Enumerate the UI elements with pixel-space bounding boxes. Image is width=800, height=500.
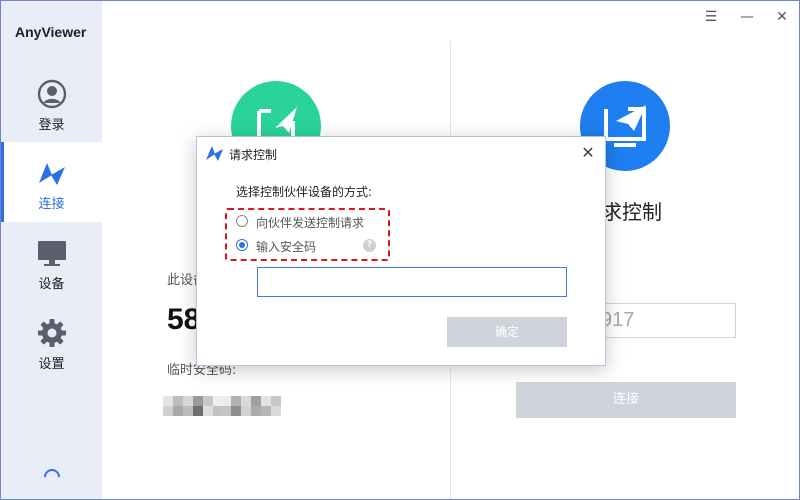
menu-button[interactable]: ☰ — [700, 7, 722, 27]
temp-security-code-masked — [221, 396, 281, 416]
help-icon[interactable]: ? — [363, 239, 376, 252]
connect-button[interactable]: 连接 — [516, 382, 736, 418]
app-window: AnyViewer 登录 连接 设备 设置 ☰ — ✕ 此设备 58 临时安全码… — [0, 0, 800, 500]
radio-send-request[interactable] — [236, 215, 248, 227]
sidebar-item-label: 登录 — [38, 118, 65, 133]
temp-security-code-masked — [163, 396, 223, 416]
option-label: 输入安全码 — [256, 240, 317, 254]
sidebar: AnyViewer 登录 连接 设备 设置 — [1, 1, 102, 499]
user-circle-icon — [37, 79, 67, 109]
sidebar-item-settings[interactable]: 设置 — [1, 302, 102, 382]
minimize-button[interactable]: — — [736, 7, 758, 27]
sidebar-item-label: 设备 — [38, 277, 65, 292]
sidebar-item-login[interactable]: 登录 — [1, 63, 102, 143]
dialog-titlebar[interactable]: 请求控制 ✕ — [197, 137, 605, 169]
app-title: AnyViewer — [15, 24, 87, 40]
ok-button[interactable]: 确定 — [447, 317, 567, 347]
loading-spinner-icon — [40, 465, 64, 489]
sidebar-item-connect[interactable]: 连接 — [1, 142, 102, 222]
request-control-dialog: 请求控制 ✕ 选择控制伙伴设备的方式: 向伙伴发送控制请求 输入安全码 ? 确定 — [196, 136, 606, 366]
request-control-title: 求控制 — [602, 200, 662, 224]
dialog-close-button[interactable]: ✕ — [578, 143, 598, 163]
dialog-title: 请求控制 — [229, 148, 278, 162]
anyviewer-logo-icon — [206, 145, 224, 161]
sidebar-item-label: 设置 — [38, 357, 65, 372]
sidebar-item-device[interactable]: 设备 — [1, 222, 102, 302]
partner-id-value: 917 — [601, 309, 635, 331]
radio-enter-security-code[interactable] — [236, 239, 248, 251]
monitor-icon — [37, 238, 67, 268]
sidebar-item-label: 连接 — [38, 197, 65, 212]
option-label: 向伙伴发送控制请求 — [256, 216, 365, 230]
close-window-button[interactable]: ✕ — [771, 7, 793, 27]
security-code-input[interactable] — [257, 267, 567, 297]
gear-icon — [37, 318, 67, 348]
connect-logo-icon — [37, 158, 67, 188]
dialog-prompt: 选择控制伙伴设备的方式: — [236, 185, 373, 199]
